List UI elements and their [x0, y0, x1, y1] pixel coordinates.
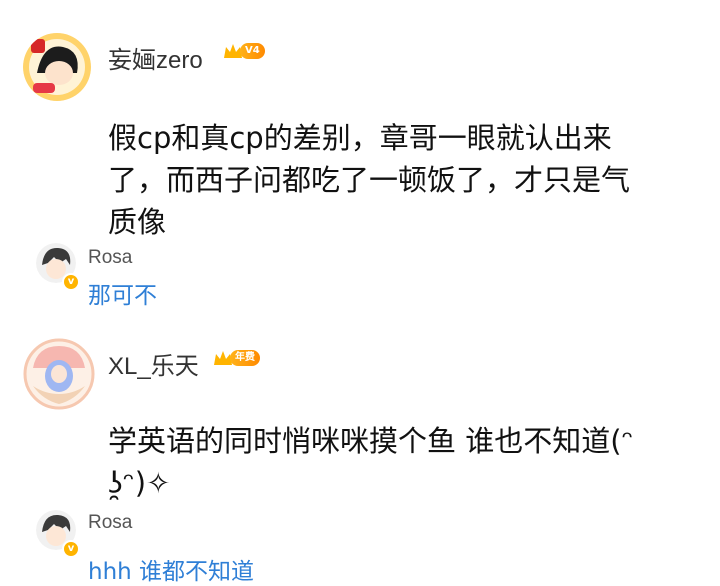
- comment-text: 假cp和真cp的差别，章哥一眼就认出来 了，而西子问都吃了一顿饭了，才只是气 质…: [108, 117, 630, 243]
- username[interactable]: 妄婳zero: [108, 40, 203, 75]
- comment-item: XL_乐天 年费 学英语的同时悄咪咪摸个鱼 谁也不知道(ᵔ ʖ̯ᵔ)✧ v Ro…: [0, 320, 720, 585]
- comment-text-line: 质像: [108, 205, 167, 239]
- comment-item: 妄婳zero V4 假cp和真cp的差别，章哥一眼就认出来 了，而西子问都吃了一…: [0, 0, 720, 310]
- vip-badge: V4: [222, 42, 265, 60]
- reply-username[interactable]: Rosa: [88, 247, 132, 269]
- comment-text: 学英语的同时悄咪咪摸个鱼 谁也不知道(ᵔ ʖ̯ᵔ)✧: [108, 420, 634, 504]
- comment-text-line: 了，而西子问都吃了一顿饭了，才只是气: [108, 163, 631, 197]
- reply-text[interactable]: 那可不: [88, 276, 157, 310]
- level-badge: 年费: [230, 350, 260, 366]
- reply-text[interactable]: hhh 谁都不知道: [88, 552, 254, 586]
- level-badge: V4: [240, 43, 265, 59]
- comment-text-line: ʖ̯ᵔ)✧: [108, 466, 171, 500]
- username[interactable]: XL_乐天: [108, 346, 199, 381]
- vip-badge: 年费: [212, 349, 260, 367]
- reply-username[interactable]: Rosa: [88, 512, 132, 534]
- comment-text-line: 学英语的同时悄咪咪摸个鱼 谁也不知道(ᵔ: [108, 424, 634, 458]
- avatar[interactable]: [23, 33, 91, 101]
- verified-icon: v: [62, 540, 80, 558]
- comment-text-line: 假cp和真cp的差别，章哥一眼就认出来: [108, 121, 612, 155]
- avatar[interactable]: [23, 338, 95, 410]
- verified-icon: v: [62, 273, 80, 291]
